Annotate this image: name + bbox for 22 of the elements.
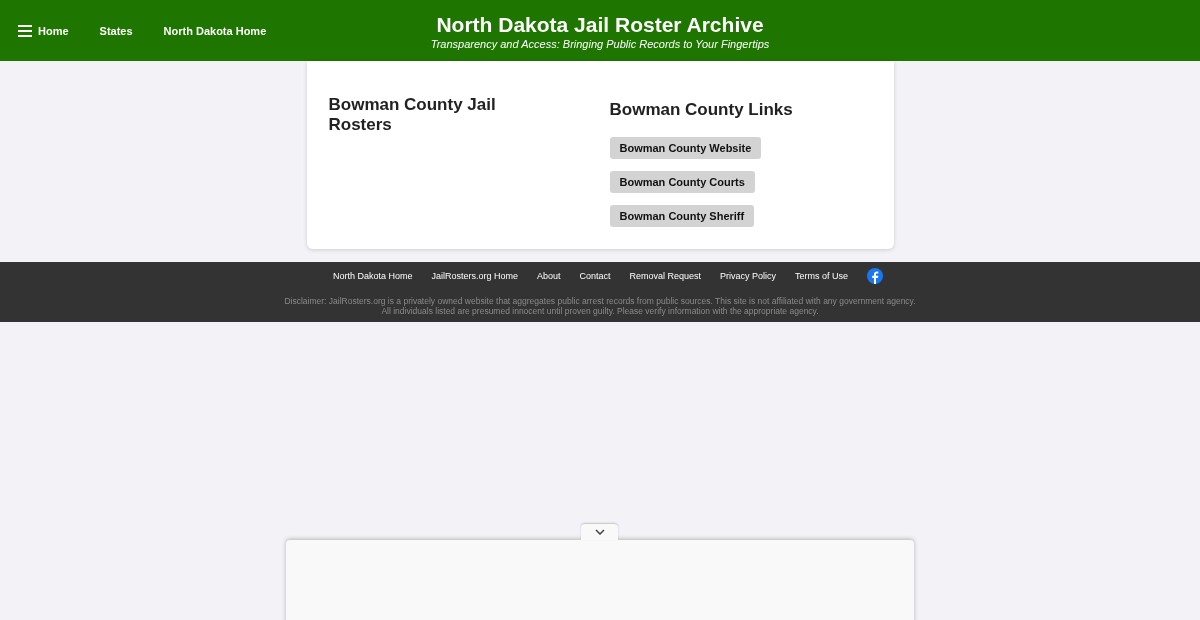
menu-icon [18, 24, 32, 37]
site-subtitle: Transparency and Access: Bringing Public Records to Your Fingertips [430, 36, 770, 51]
nav-link[interactable]: Home [18, 24, 69, 37]
section-heading: Bowman County Links [609, 99, 794, 120]
footer-link[interactable]: Contact [579, 271, 611, 281]
footer-link[interactable]: Privacy Policy [720, 271, 777, 281]
footer-link[interactable]: Removal Request [629, 271, 702, 281]
facebook-icon[interactable] [867, 268, 884, 284]
nav-link[interactable]: States [99, 24, 133, 37]
site-title: North Dakota Jail Roster Archive [435, 12, 765, 37]
link-button[interactable]: Bowman County Website [609, 137, 762, 159]
footer-link[interactable]: North Dakota Home [332, 271, 413, 281]
link-button[interactable]: Bowman County Courts [609, 171, 755, 193]
footer-link[interactable]: Terms of Use [795, 271, 849, 281]
chevron-down-icon [594, 529, 605, 535]
link-button[interactable]: Bowman County Sheriff [609, 205, 755, 227]
section-heading: Bowman County Jail Rosters [328, 94, 497, 135]
footer-link[interactable]: About [536, 271, 561, 281]
nav-link[interactable]: North Dakota Home [163, 24, 267, 37]
footer-link[interactable]: JailRosters.org Home [431, 271, 518, 281]
collapse-tab[interactable] [581, 524, 618, 540]
disclaimer-text: Disclaimer: JailRosters.org is a privately owned website that aggregates public arrest records from public sources. This site is not affiliated with any government agency. All individuals listed are presumed innocent until proven guilty. Please verify information with the appropriate agency. [283, 296, 917, 316]
